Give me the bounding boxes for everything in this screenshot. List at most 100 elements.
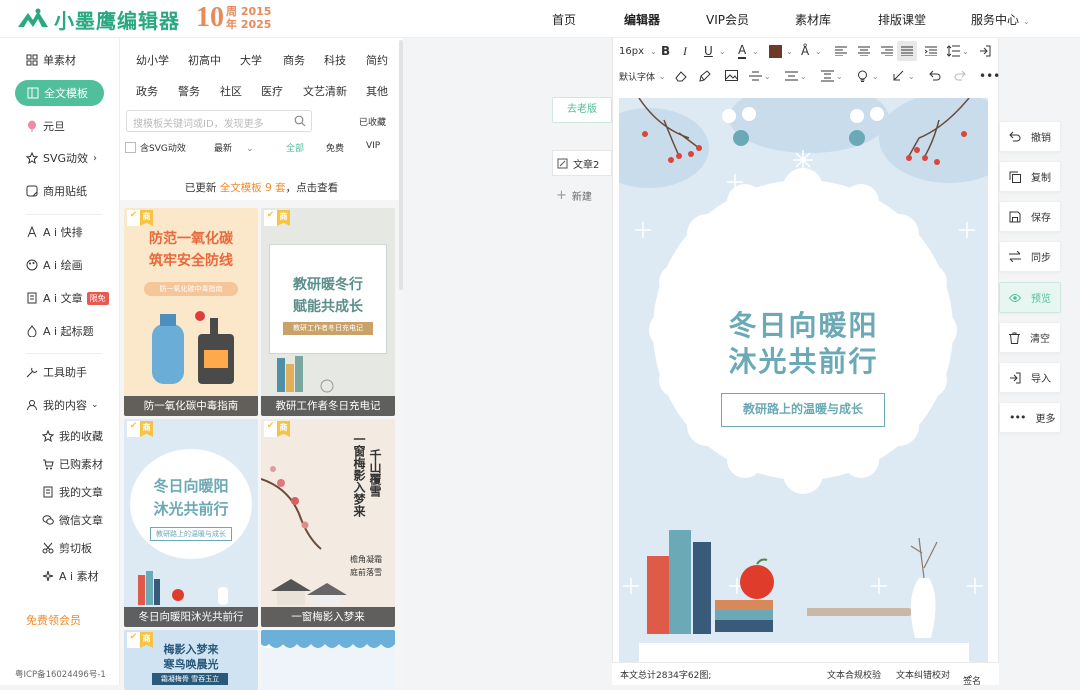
highlight-color-icon[interactable] xyxy=(769,44,782,58)
save-button[interactable]: 保存 xyxy=(999,201,1061,232)
template-panel-scrollbar[interactable] xyxy=(399,40,403,290)
sidebar-item-ai-title[interactable]: A i 起标题 xyxy=(26,318,94,344)
clear-button[interactable]: 清空 xyxy=(999,322,1061,353)
filter-all[interactable]: 全部 xyxy=(286,141,304,154)
chevron-down-icon[interactable]: ⌄ xyxy=(719,47,726,56)
filter-free[interactable]: 免费 xyxy=(326,141,344,154)
category-item[interactable]: 医疗 xyxy=(261,83,283,99)
sidebar-item-stickers[interactable]: 商用贴纸 xyxy=(26,178,87,204)
nav-service[interactable]: 服务中心 ⌄ xyxy=(971,11,1030,28)
template-search-input[interactable]: 搜模板关键词或ID，发现更多 xyxy=(126,110,312,132)
article-tab[interactable]: 文章2 xyxy=(552,150,612,176)
sort-select[interactable]: 最新 ⌄ xyxy=(214,141,254,154)
chevron-down-icon[interactable]: ⌄ xyxy=(764,72,771,81)
sync-button[interactable]: 同步 xyxy=(999,241,1061,272)
more-dots-icon[interactable]: ••• xyxy=(979,69,1000,83)
font-effect-icon[interactable]: Å xyxy=(801,44,809,58)
sidebar-item-ai-layout[interactable]: A i 快排 xyxy=(26,219,83,245)
undo-arrow-icon[interactable] xyxy=(929,70,941,81)
line-height-icon[interactable] xyxy=(947,45,960,57)
more-button[interactable]: ••• 更多 xyxy=(999,402,1061,433)
font-color-icon[interactable]: A xyxy=(738,43,747,59)
sidebar-item-single-material[interactable]: 单素材 xyxy=(26,47,76,73)
category-item[interactable]: 政务 xyxy=(136,83,158,99)
redo-arrow-icon[interactable] xyxy=(954,70,966,81)
nav-course[interactable]: 排版课堂 xyxy=(878,11,926,28)
chevron-down-icon[interactable]: ⌄ xyxy=(786,47,793,56)
new-article-button[interactable]: + 新建 xyxy=(556,188,592,203)
category-item[interactable]: 其他 xyxy=(366,83,388,99)
category-item[interactable]: 科技 xyxy=(324,52,346,68)
category-item[interactable]: 文艺清新 xyxy=(303,83,347,99)
chevron-down-icon[interactable]: ⌄ xyxy=(872,72,879,81)
sidebar-sub-purchased[interactable]: 已购素材 xyxy=(42,451,103,477)
free-vip-link[interactable]: 免费领会员 xyxy=(26,612,81,628)
margin-icon[interactable] xyxy=(821,70,834,82)
template-card-plum-window[interactable]: ✔ 商 一窗梅影入梦来 千山覆雪 檐角凝霜 庭前落雪 一窗梅影入梦来 xyxy=(261,419,395,627)
sidebar-item-svg-effects[interactable]: SVG动效 › xyxy=(26,145,97,171)
font-family-select[interactable]: 默认字体 ⌄ xyxy=(619,70,666,83)
copy-button[interactable]: 复制 xyxy=(999,161,1061,192)
nav-materials[interactable]: 素材库 xyxy=(795,11,831,28)
chevron-down-icon[interactable]: ⌄ xyxy=(815,47,822,56)
category-item[interactable]: 幼小学 xyxy=(136,52,169,68)
category-item[interactable]: 大学 xyxy=(240,52,262,68)
nav-home[interactable]: 首页 xyxy=(552,11,576,28)
divider-line-icon[interactable] xyxy=(749,71,762,81)
paragraph-spacing-icon[interactable] xyxy=(785,71,798,81)
italic-icon[interactable]: I xyxy=(683,44,687,59)
bold-icon[interactable]: B xyxy=(661,44,670,58)
sidebar-item-ai-painting[interactable]: A i 绘画 xyxy=(26,252,83,278)
sidebar-item-full-template[interactable]: 全文模板 xyxy=(15,80,104,106)
indent-icon[interactable] xyxy=(925,46,937,56)
document-canvas[interactable]: 冬日向暖阳 沐光共前行 教研路上的温暖与成长 xyxy=(619,98,988,662)
font-size-select[interactable]: 16px ⌄ xyxy=(619,46,657,57)
compliance-check-button[interactable]: 文本合规校验 xyxy=(827,668,881,681)
search-icon[interactable] xyxy=(294,115,306,127)
undo-button[interactable]: 撤销 xyxy=(999,121,1061,152)
template-card-co-safety[interactable]: ✔ 商 防范一氧化碳 筑牢安全防线 防一氧化碳中毒指南 防一氧化碳中毒指南 xyxy=(124,208,258,416)
sidebar-item-my-content[interactable]: 我的内容 ⌄ xyxy=(26,392,99,418)
category-item[interactable]: 商务 xyxy=(283,52,305,68)
template-card-winter-frame[interactable]: ✔商 xyxy=(261,630,395,690)
format-painter-icon[interactable] xyxy=(699,70,711,82)
sidebar-item-new-year[interactable]: 元旦 xyxy=(26,113,65,139)
template-card-winter-sun[interactable]: ✔ 商 冬日向暖阳 沐光共前行 教研路上的温暖与成长 冬日向暖阳沐光共前行 xyxy=(124,419,258,627)
template-card-plum-bird[interactable]: ✔ 商 梅影入梦来 寒鸟唤晨光 霜凝梅骨 雪吞玉立 xyxy=(124,630,258,690)
chevron-down-icon[interactable]: ⌄ xyxy=(800,72,807,81)
sidebar-sub-wechat-articles[interactable]: 微信文章 xyxy=(42,507,103,533)
sidebar-sub-clipboard[interactable]: 剪切板 xyxy=(42,535,92,561)
align-left-icon[interactable] xyxy=(835,46,847,56)
old-version-button[interactable]: 去老版 xyxy=(552,97,612,123)
svg-filter-checkbox[interactable]: 含SVG动效 xyxy=(125,141,186,154)
nav-editor[interactable]: 编辑器 xyxy=(624,11,660,28)
chevron-down-icon[interactable]: ⌄ xyxy=(908,72,915,81)
favorites-filter[interactable]: 已收藏 xyxy=(359,115,386,128)
category-item[interactable]: 社区 xyxy=(220,83,242,99)
align-justify-icon[interactable] xyxy=(901,46,913,56)
brand-logo[interactable]: 小墨鹰编辑器 xyxy=(16,6,180,33)
chevron-down-icon[interactable]: ⌄ xyxy=(962,47,969,56)
category-item[interactable]: 警务 xyxy=(178,83,200,99)
exit-format-icon[interactable] xyxy=(979,45,991,57)
underline-icon[interactable]: U xyxy=(704,44,713,58)
eraser-icon[interactable] xyxy=(675,70,687,82)
category-item[interactable]: 初高中 xyxy=(188,52,221,68)
bulb-icon[interactable] xyxy=(857,70,868,82)
category-item[interactable]: 简约 xyxy=(366,52,388,68)
image-icon[interactable] xyxy=(725,70,738,81)
template-card-teaching-winter[interactable]: ✔ 商 教研暖冬行 赋能共成长 教研工作者冬日充电记 教研工作者冬日充电记 xyxy=(261,208,395,416)
sidebar-sub-ai-materials[interactable]: A i 素材 xyxy=(42,563,99,589)
chevron-down-icon[interactable]: ⌄ xyxy=(836,72,843,81)
preview-button[interactable]: 预览 xyxy=(999,282,1061,313)
proofread-button[interactable]: 文本纠错校对 xyxy=(896,668,950,681)
update-notice[interactable]: 已更新 全文模板 9 套，点击查看 xyxy=(120,176,403,200)
align-center-icon[interactable] xyxy=(858,46,870,56)
icp-record[interactable]: 粤ICP备16024496号-1 xyxy=(15,668,106,680)
arrow-down-left-icon[interactable] xyxy=(893,70,904,81)
align-right-icon[interactable] xyxy=(881,46,893,56)
sidebar-item-tools[interactable]: 工具助手 xyxy=(26,359,87,385)
sidebar-sub-my-articles[interactable]: 我的文章 xyxy=(42,479,103,505)
chevron-down-icon[interactable]: ⌄ xyxy=(752,47,759,56)
filter-vip[interactable]: VIP xyxy=(366,141,380,151)
